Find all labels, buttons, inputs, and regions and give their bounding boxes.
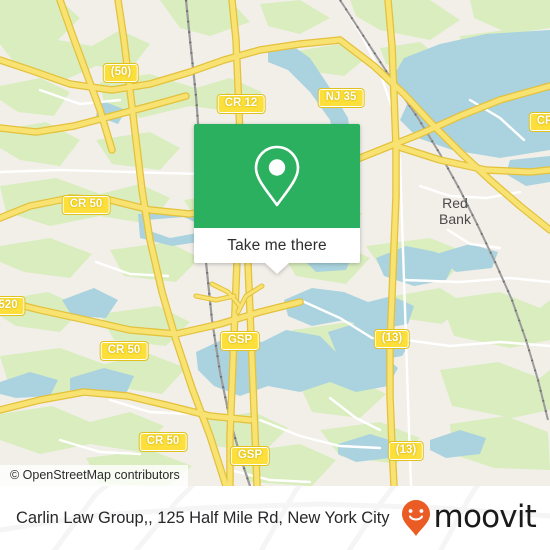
osm-attribution[interactable]: © OpenStreetMap contributors	[0, 465, 188, 486]
city-label-line1: Red	[442, 195, 468, 211]
moovit-logo[interactable]: moovit	[401, 498, 537, 537]
road-shield: CR 50	[61, 195, 111, 215]
place-title: Carlin Law Group,, 125 Half Mile Rd, New…	[16, 508, 390, 527]
location-popup-card[interactable]: Take me there	[194, 124, 360, 274]
road-shield: GSP	[229, 446, 271, 466]
road-shield: CR 50	[138, 432, 188, 452]
popup-pointer	[265, 263, 289, 274]
page-footer: Carlin Law Group,, 125 Half Mile Rd, New…	[0, 486, 550, 550]
map-page: Red Bank (50) CR 12 NJ 35 CR CR 50 520 CR 50 GS…	[0, 0, 550, 550]
city-label-line2: Bank	[439, 211, 472, 227]
road-shield: (13)	[387, 441, 425, 461]
road-shield: NJ 35	[317, 88, 365, 108]
road-shield: (13)	[373, 329, 411, 349]
map-city-labels: Red Bank	[439, 195, 472, 227]
moovit-wordmark: moovit	[433, 498, 537, 535]
road-shield: CR 12	[216, 94, 266, 114]
location-pin-icon	[254, 145, 300, 207]
road-shield: 520	[0, 296, 26, 316]
popup-footer[interactable]: Take me there	[194, 228, 360, 274]
popup-header	[194, 124, 360, 228]
take-me-there-button[interactable]: Take me there	[227, 237, 327, 255]
road-shield: (50)	[102, 63, 140, 83]
moovit-pin-icon	[401, 500, 430, 536]
road-shield: CR 50	[99, 341, 149, 361]
road-shield: GSP	[219, 331, 261, 351]
road-shield: CR	[528, 112, 550, 132]
